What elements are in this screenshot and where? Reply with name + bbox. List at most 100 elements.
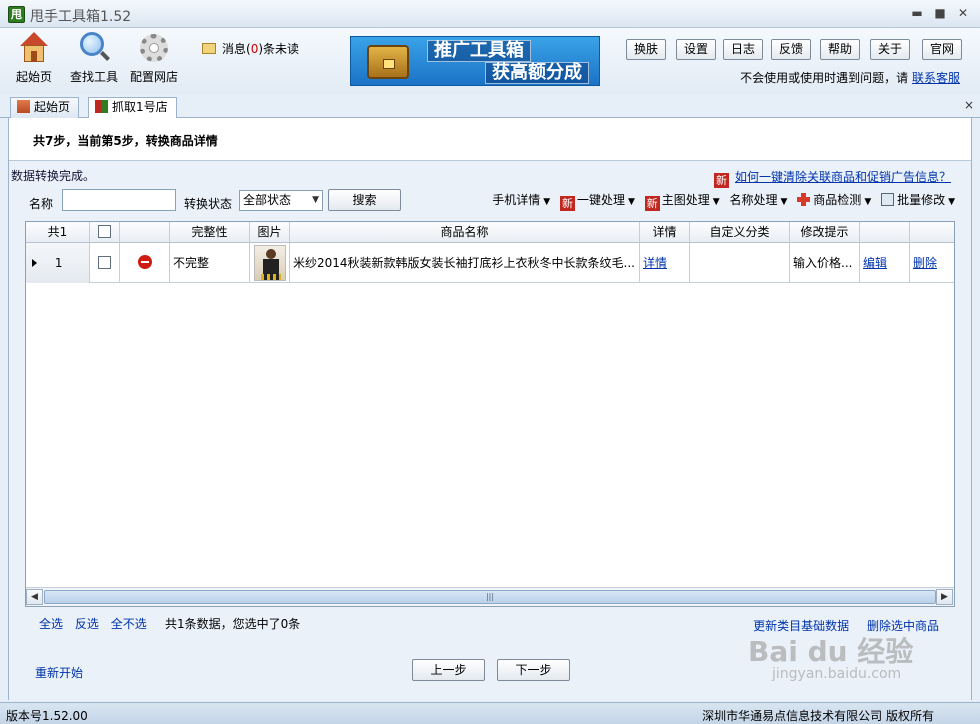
batch-edit-label: 批量修改: [897, 193, 946, 207]
new-badge-icon: 新: [560, 196, 575, 211]
store-icon: [95, 100, 108, 113]
scroll-right-icon[interactable]: ▶: [936, 589, 953, 605]
row-image[interactable]: [250, 243, 290, 283]
header-edit: [860, 222, 910, 242]
product-check-menu[interactable]: 商品检测 ▼: [797, 191, 871, 208]
invert-selection-link[interactable]: 反选: [75, 617, 99, 631]
minimize-button[interactable]: ▬: [908, 5, 926, 21]
batch-edit-menu[interactable]: 批量修改 ▼: [881, 191, 955, 208]
header-edit-hint[interactable]: 修改提示: [790, 222, 860, 242]
next-step-button[interactable]: 下一步: [497, 659, 570, 681]
tab-home-label: 起始页: [34, 100, 71, 114]
row-product-name: 米纱2014秋装新款韩版女装长袖打底衫上衣秋冬中长款条纹毛...: [290, 243, 640, 283]
dropdown-arrow-icon: ▼: [948, 197, 955, 207]
current-row-arrow-icon: [32, 259, 37, 267]
tab-grab-store[interactable]: 抓取1号店: [88, 97, 177, 119]
medical-cross-icon: [797, 193, 811, 206]
chevron-down-icon: ▼: [312, 195, 319, 205]
close-tab-icon[interactable]: ×: [964, 98, 974, 112]
contact-support-link[interactable]: 联系客服: [912, 71, 960, 85]
row-detail: 详情: [640, 243, 690, 283]
edit-link[interactable]: 编辑: [863, 256, 887, 270]
header-status-icon: [120, 222, 170, 242]
settings-button[interactable]: 设置: [676, 39, 717, 60]
find-tool-label: 查找工具: [69, 70, 118, 84]
header-image[interactable]: 图片: [250, 222, 290, 242]
gear-icon: [138, 32, 170, 64]
row-category[interactable]: [690, 243, 790, 283]
website-button[interactable]: 官网: [922, 39, 963, 60]
delete-link[interactable]: 删除: [913, 256, 937, 270]
mobile-detail-menu[interactable]: 手机详情 ▼: [492, 191, 550, 208]
error-stop-icon: [137, 255, 152, 269]
watermark-url: jingyan.baidu.com: [772, 666, 902, 682]
config-store-label: 配置网店: [129, 70, 178, 84]
maximize-button[interactable]: ■: [931, 5, 949, 21]
checkbox-icon: [98, 225, 111, 238]
row-hint: 输入价格...: [790, 243, 860, 283]
config-store-button[interactable]: 配置网店: [126, 32, 182, 85]
header-detail[interactable]: 详情: [640, 222, 690, 242]
house-icon: [17, 100, 30, 113]
dropdown-arrow-icon: ▼: [543, 197, 551, 207]
search-icon: [78, 32, 110, 64]
batch-edit-icon: [881, 193, 895, 206]
dropdown-arrow-icon: ▼: [780, 197, 788, 207]
message-prefix: 消息(: [222, 42, 251, 56]
help-button[interactable]: 帮助: [820, 39, 861, 60]
table-row[interactable]: 1 不完整 米纱2014秋装新款韩版女装长袖打底衫上衣秋冬中长款条纹毛... 详…: [26, 243, 954, 283]
header-delete: [910, 222, 954, 242]
header-count: 共1: [26, 222, 90, 242]
selection-info: 共1条数据，您选中了0条: [165, 617, 301, 631]
skin-button[interactable]: 换肤: [626, 39, 667, 60]
scroll-thumb[interactable]: |||: [44, 590, 936, 604]
name-process-menu[interactable]: 名称处理 ▼: [730, 191, 788, 208]
message-suffix: )条未读: [258, 42, 300, 56]
one-click-process-menu[interactable]: 新一键处理 ▼: [560, 191, 635, 211]
name-input[interactable]: [62, 189, 176, 211]
message-indicator[interactable]: 消息(0)条未读: [202, 40, 299, 57]
help-line: 不会使用或使用时遇到问题，请 联系客服: [740, 69, 960, 86]
status-select[interactable]: 全部状态 ▼: [239, 190, 323, 211]
about-button[interactable]: 关于: [870, 39, 911, 60]
horizontal-scrollbar[interactable]: ◀ ||| ▶: [26, 587, 954, 606]
header-product-name[interactable]: 商品名称: [290, 222, 640, 242]
home-tool-label: 起始页: [15, 70, 52, 84]
feedback-button[interactable]: 反馈: [771, 39, 812, 60]
help-text: 不会使用或使用时遇到问题，请: [740, 71, 909, 85]
log-button[interactable]: 日志: [723, 39, 764, 60]
clear-ads-link[interactable]: 如何一键清除关联商品和促销广告信息？: [735, 170, 951, 184]
promo-banner[interactable]: 推广工具箱 获高额分成: [350, 36, 600, 86]
search-button[interactable]: 搜索: [328, 189, 401, 211]
main-toolbar: 起始页 查找工具 配置网店 消息(0)条未读 推广工具箱 获高额分成 换肤 设置…: [0, 28, 980, 94]
step-indicator: 共7步，当前第5步，转换商品详情: [33, 134, 218, 148]
header-select-all[interactable]: [90, 222, 120, 242]
header-custom-category[interactable]: 自定义分类: [690, 222, 790, 242]
name-process-label: 名称处理: [729, 193, 778, 207]
home-tool-button[interactable]: 起始页: [6, 32, 62, 85]
restart-link[interactable]: 重新开始: [35, 664, 83, 681]
prev-step-button[interactable]: 上一步: [412, 659, 485, 681]
main-image-menu[interactable]: 新主图处理 ▼: [644, 191, 720, 211]
row-select[interactable]: [90, 243, 120, 283]
checkbox-icon: [98, 256, 111, 269]
clear-ads-help: 新如何一键清除关联商品和促销广告信息？: [713, 168, 951, 188]
version-label: 版本号1.52.00: [6, 709, 88, 723]
dropdown-arrow-icon: ▼: [712, 197, 720, 207]
mobile-detail-label: 手机详情: [492, 193, 541, 207]
detail-link[interactable]: 详情: [643, 256, 667, 270]
header-completeness[interactable]: 完整性: [170, 222, 250, 242]
copyright-label: 深圳市华通易点信息技术有限公司 版权所有: [702, 709, 934, 723]
scroll-left-icon[interactable]: ◀: [26, 589, 43, 605]
grid-header: 共1 完整性 图片 商品名称 详情 自定义分类 修改提示: [26, 222, 954, 243]
window-title: 甩手工具箱1.52: [30, 9, 132, 25]
find-tool-button[interactable]: 查找工具: [66, 32, 122, 85]
tab-home[interactable]: 起始页: [10, 97, 80, 118]
status-bar: 版本号1.52.00 深圳市华通易点信息技术有限公司 版权所有: [0, 702, 980, 724]
row-delete: 删除: [910, 243, 954, 283]
row-header: 1: [26, 243, 90, 283]
one-click-process-label: 一键处理: [577, 193, 626, 207]
select-none-link[interactable]: 全不选: [111, 617, 147, 631]
close-button[interactable]: ✕: [954, 5, 972, 21]
select-all-link[interactable]: 全选: [39, 617, 63, 631]
